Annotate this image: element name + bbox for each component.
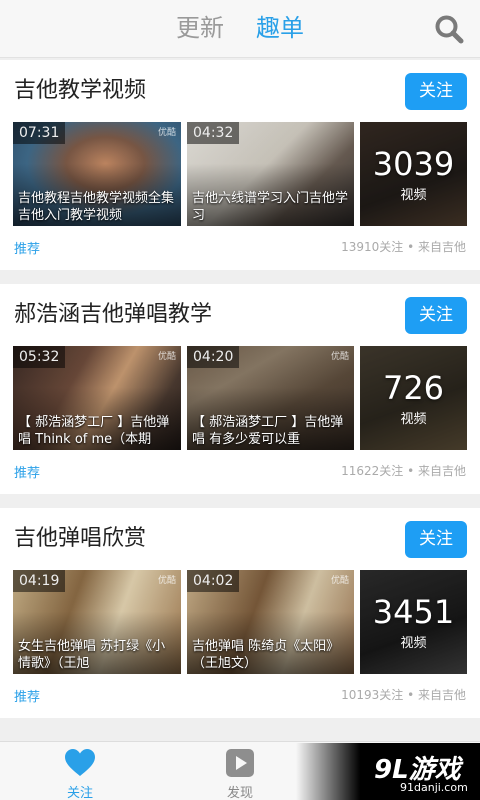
top-header: 更新 趣单 (0, 0, 480, 58)
recommend-tag[interactable]: 推荐 (14, 686, 40, 705)
follow-button[interactable]: 关注 (405, 297, 467, 334)
video-count: 726 (382, 369, 445, 407)
watermark-url: 91danji.com (400, 781, 468, 794)
playlist-card[interactable]: 吉他弹唱欣赏 关注 04:19 优酷 女生吉他弹唱 苏打绿《小情歌》（王旭 04… (0, 508, 480, 718)
video-thumbnail[interactable]: 05:32 优酷 【 郝浩涵梦工厂 】吉他弹唱 Think of me（本期 (13, 346, 181, 450)
video-caption: 【 郝浩涵梦工厂 】吉他弹唱 Think of me（本期 (18, 415, 170, 447)
video-caption: 【 郝浩涵梦工厂 】吉他弹唱 有多少爱可以重 (192, 415, 344, 447)
card-title: 吉他教学视频 (14, 78, 147, 103)
video-duration: 04:20 (187, 346, 240, 368)
video-duration: 05:32 (13, 346, 66, 368)
video-count-tile[interactable]: 3451 视频 (360, 570, 467, 674)
heart-icon (65, 749, 95, 776)
follow-button[interactable]: 关注 (405, 73, 467, 110)
nav-follow-label: 关注 (66, 786, 93, 800)
source-logo: 优酷 (157, 352, 176, 362)
recommend-tag[interactable]: 推荐 (14, 462, 40, 481)
card-meta: 10193关注 • 来自吉他 (341, 688, 466, 702)
follow-button[interactable]: 关注 (405, 521, 467, 558)
video-duration: 07:31 (13, 122, 66, 144)
video-count-label: 视频 (400, 188, 427, 203)
video-count: 3039 (372, 145, 455, 183)
source-logo: 优酷 (157, 128, 176, 138)
card-title: 吉他弹唱欣赏 (14, 526, 147, 551)
video-caption: 吉他教程吉他教学视频全集吉他入门教学视频 (18, 191, 175, 223)
playlist-card[interactable]: 吉他教学视频 关注 07:31 优酷 吉他教程吉他教学视频全集吉他入门教学视频 … (0, 60, 480, 270)
play-icon (226, 749, 254, 777)
video-duration: 04:02 (187, 570, 240, 592)
video-count-tile[interactable]: 3039 视频 (360, 122, 467, 226)
nav-discover[interactable]: 发现 (180, 742, 300, 800)
recommend-tag[interactable]: 推荐 (14, 238, 40, 257)
video-thumbnail[interactable]: 04:32 吉他六线谱学习入门吉他学习 (187, 122, 354, 226)
video-duration: 04:32 (187, 122, 240, 144)
source-logo: 优酷 (330, 576, 349, 586)
tab-list[interactable]: 趣单 (256, 12, 304, 44)
source-logo: 优酷 (330, 352, 349, 362)
card-meta: 13910关注 • 来自吉他 (341, 240, 466, 254)
video-duration: 04:19 (13, 570, 66, 592)
nav-discover-label: 发现 (226, 786, 253, 800)
video-caption: 女生吉他弹唱 苏打绿《小情歌》（王旭 (18, 639, 166, 671)
video-count: 3451 (372, 593, 455, 631)
card-title: 郝浩涵吉他弹唱教学 (14, 302, 213, 327)
video-caption: 吉他弹唱 陈绮贞《太阳》（王旭文） (192, 639, 340, 671)
nav-follow[interactable]: 关注 (20, 742, 140, 800)
video-thumbnail[interactable]: 04:19 优酷 女生吉他弹唱 苏打绿《小情歌》（王旭 (13, 570, 181, 674)
video-count-tile[interactable]: 726 视频 (360, 346, 467, 450)
video-thumbnail[interactable]: 07:31 优酷 吉他教程吉他教学视频全集吉他入门教学视频 (13, 122, 181, 226)
video-thumbnail[interactable]: 04:02 优酷 吉他弹唱 陈绮贞《太阳》（王旭文） (187, 570, 354, 674)
video-count-label: 视频 (400, 412, 427, 427)
video-caption: 吉他六线谱学习入门吉他学习 (192, 191, 349, 223)
playlist-card[interactable]: 郝浩涵吉他弹唱教学 关注 05:32 优酷 【 郝浩涵梦工厂 】吉他弹唱 Thi… (0, 284, 480, 494)
card-meta: 11622关注 • 来自吉他 (341, 464, 466, 478)
source-logo: 优酷 (157, 576, 176, 586)
video-count-label: 视频 (400, 636, 427, 651)
video-thumbnail[interactable]: 04:20 优酷 【 郝浩涵梦工厂 】吉他弹唱 有多少爱可以重 (187, 346, 354, 450)
search-icon[interactable] (434, 14, 464, 44)
watermark: 9L游戏 91danji.com (296, 743, 480, 800)
tab-update[interactable]: 更新 (176, 12, 224, 44)
